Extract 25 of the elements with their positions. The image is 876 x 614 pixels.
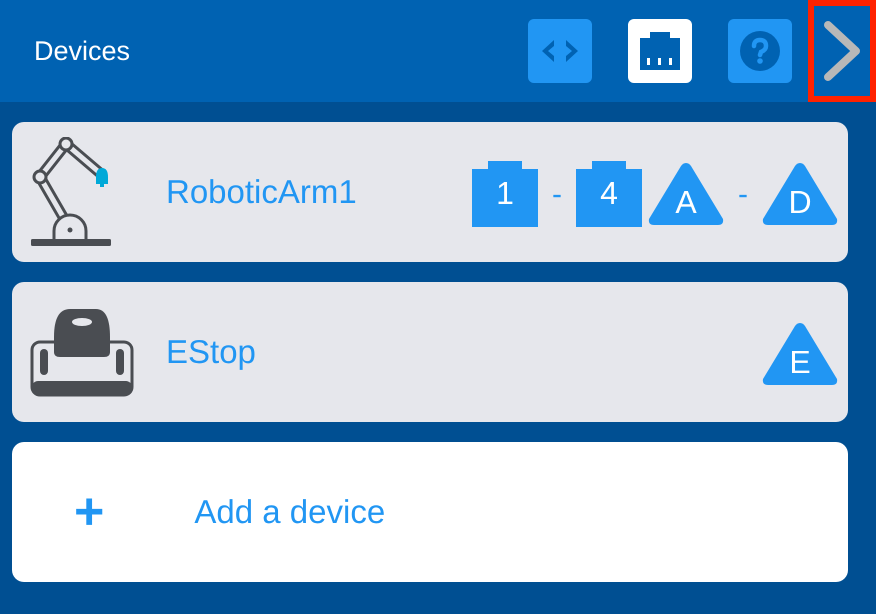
triangle-port-badge: D <box>762 161 838 227</box>
plus-icon: + <box>74 486 104 538</box>
triangle-port-badge: A <box>648 161 724 227</box>
port-button[interactable] <box>628 19 692 83</box>
code-icon <box>540 38 580 64</box>
chevron-right-icon <box>822 19 862 83</box>
ethernet-port-icon <box>640 32 680 70</box>
help-button[interactable] <box>728 19 792 83</box>
device-name: EStop <box>166 332 257 372</box>
range-dash: - <box>737 176 749 212</box>
smart-port-badge: 4 <box>576 161 642 227</box>
page-title: Devices <box>34 34 132 68</box>
triangle-port-badge: E <box>762 321 838 387</box>
range-dash: - <box>551 176 563 212</box>
smart-port-badge: 1 <box>472 161 538 227</box>
robotic-arm-icon <box>30 137 112 247</box>
add-device-button[interactable]: + Add a device <box>12 442 848 582</box>
help-icon <box>740 31 780 71</box>
device-card[interactable]: RoboticArm1 1 - 4 A - D <box>12 122 848 262</box>
code-button[interactable] <box>528 19 592 83</box>
emergency-stop-icon <box>30 307 134 397</box>
add-device-label: Add a device <box>194 492 386 532</box>
device-name: RoboticArm1 <box>166 172 358 212</box>
next-button[interactable] <box>808 0 876 102</box>
device-card[interactable]: EStop E <box>12 282 848 422</box>
